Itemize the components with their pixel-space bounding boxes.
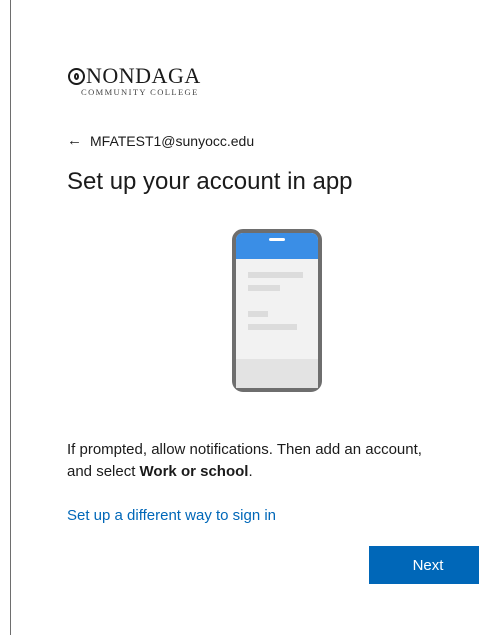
different-sign-in-link[interactable]: Set up a different way to sign in bbox=[67, 507, 276, 524]
logo-o-mark bbox=[68, 67, 85, 85]
logo-subtitle: COMMUNITY COLLEGE bbox=[81, 87, 199, 97]
logo-wordmark: NONDAGA bbox=[86, 63, 201, 88]
logo-mark-row: NONDAGA bbox=[68, 64, 201, 88]
college-logo: NONDAGA COMMUNITY COLLEGE bbox=[68, 64, 201, 97]
account-identity: ← MFATEST1@sunyocc.edu bbox=[67, 132, 254, 149]
page-title: Set up your account in app bbox=[67, 168, 353, 195]
sign-in-page: NONDAGA COMMUNITY COLLEGE ← MFATEST1@sun… bbox=[0, 0, 479, 635]
phone-icon bbox=[232, 229, 322, 397]
account-email: MFATEST1@sunyocc.edu bbox=[90, 132, 255, 149]
window-edge bbox=[10, 0, 11, 635]
instruction-text: If prompted, allow notifications. Then a… bbox=[67, 441, 422, 480]
back-arrow-icon[interactable]: ← bbox=[67, 132, 82, 149]
next-button[interactable]: Next bbox=[369, 546, 479, 584]
work-or-school-label: Work or school bbox=[139, 463, 249, 480]
